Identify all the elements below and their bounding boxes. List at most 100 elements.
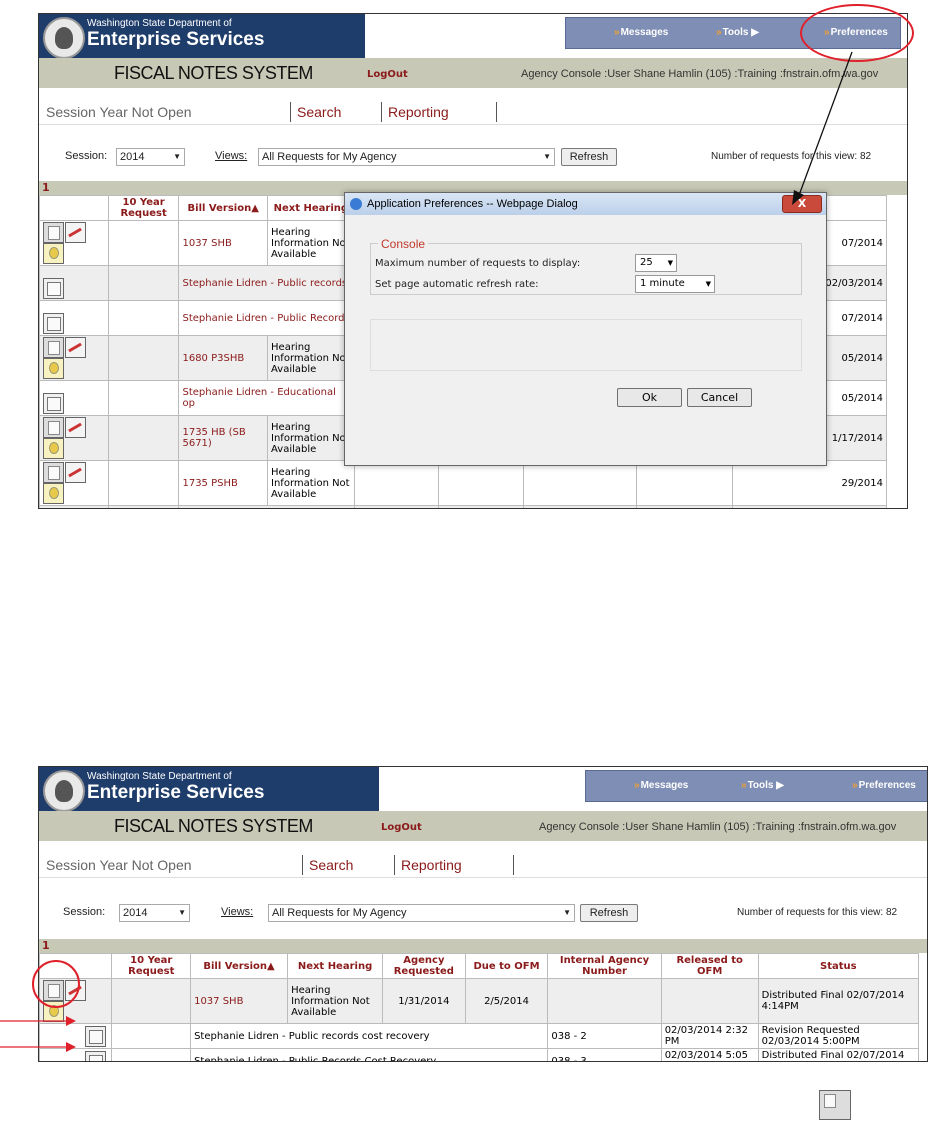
session-status: Session Year Not Open bbox=[46, 104, 192, 120]
col-status-b[interactable]: Status bbox=[757, 953, 920, 979]
bill-version-cell[interactable]: Stephanie Lidren - Educational op bbox=[178, 380, 355, 416]
nav-messages[interactable]: »Messages bbox=[614, 27, 668, 38]
bill-version-cell[interactable]: Stephanie Lidren - Public records bbox=[178, 265, 355, 301]
edit-note-icon[interactable] bbox=[85, 1025, 106, 1047]
menu-search-bottom[interactable]: Search bbox=[309, 857, 353, 873]
graph-icon[interactable] bbox=[65, 222, 86, 243]
document-icon-legend bbox=[819, 1090, 851, 1120]
document-icon[interactable] bbox=[43, 417, 64, 438]
menu-bar-bottom: Session Year Not Open Search Reporting bbox=[39, 855, 927, 878]
graph-icon[interactable] bbox=[65, 417, 86, 438]
page-number[interactable]: 1 bbox=[42, 181, 50, 194]
status-cell: Distributed Final 02/07/2014 4:14PM bbox=[757, 978, 920, 1024]
bill-version-cell[interactable]: 1037 SHB bbox=[190, 978, 289, 1024]
bill-version-cell[interactable]: 1037 SHB bbox=[178, 220, 269, 266]
col-next-hearing-b[interactable]: Next Hearing bbox=[287, 953, 383, 979]
table-row: Stephanie Lidren - Public Records Cost R… bbox=[39, 1048, 920, 1061]
screenshot-bottom: Washington State Department of Enterpris… bbox=[38, 766, 928, 1062]
menu-reporting-bottom[interactable]: Reporting bbox=[401, 857, 462, 873]
filter-bar-bottom: Session: 2014 Views: All Requests for My… bbox=[39, 904, 927, 926]
session-select[interactable]: 2014 bbox=[116, 148, 185, 166]
status-cell: Distributed Final 02/07/2014 4:14PM bbox=[757, 1048, 920, 1061]
col-10year-b[interactable]: 10 Year Request bbox=[111, 953, 192, 979]
col-internal-number-b[interactable]: Internal Agency Number bbox=[547, 953, 662, 979]
hearing-cell: Hearing Information Not Available bbox=[267, 220, 355, 266]
status-cell: Revision Requested 02/03/2014 5:00PM bbox=[757, 1023, 920, 1049]
page-bar-bottom: 1 bbox=[39, 939, 927, 953]
document-icon[interactable] bbox=[43, 462, 64, 483]
console-info-bottom: Agency Console :User Shane Hamlin (105) … bbox=[539, 821, 897, 833]
header-bottom: Washington State Department of Enterpris… bbox=[39, 767, 927, 812]
col-released-ofm-b[interactable]: Released to OFM bbox=[660, 953, 759, 979]
session-label-bottom: Session: bbox=[63, 906, 106, 918]
col-due-ofm-b[interactable]: Due to OFM bbox=[464, 953, 549, 979]
hearing-cell: Hearing Information Not Available bbox=[287, 978, 383, 1024]
bill-version-cell[interactable]: 1680 P3SHB bbox=[178, 335, 269, 381]
lightbulb-icon[interactable] bbox=[43, 483, 64, 504]
filter-bar: Session: 2014 Views: All Requests for My… bbox=[39, 148, 907, 170]
session-select-bottom[interactable]: 2014 bbox=[119, 904, 190, 922]
col-agency-requested-b[interactable]: Agency Requested bbox=[382, 953, 466, 979]
top-nav-bottom: »Messages »Tools ▶ »Preferences bbox=[585, 770, 927, 802]
refresh-rate-label: Set page automatic refresh rate: bbox=[375, 279, 539, 290]
refresh-rate-select[interactable]: 1 minute bbox=[635, 275, 715, 293]
ok-button[interactable]: Ok bbox=[617, 388, 682, 407]
bill-version-cell[interactable]: 1735 PSHB bbox=[178, 460, 269, 506]
document-icon[interactable] bbox=[43, 222, 64, 243]
bill-version-cell[interactable]: Stephanie Lidren - Public records cost r… bbox=[190, 1023, 549, 1049]
graph-icon[interactable] bbox=[65, 462, 86, 483]
graph-icon[interactable] bbox=[65, 337, 86, 358]
requests-table-bottom: 10 Year Request Bill Version▲ Next Heari… bbox=[39, 953, 920, 1061]
menu-search[interactable]: Search bbox=[297, 104, 341, 120]
pointer-arrow bbox=[792, 51, 853, 205]
nav-preferences-bottom[interactable]: »Preferences bbox=[852, 780, 916, 791]
col-next-hearing[interactable]: Next Hearing bbox=[267, 195, 355, 221]
cancel-button[interactable]: Cancel bbox=[687, 388, 752, 407]
header: Washington State Department of Enterpris… bbox=[39, 14, 907, 59]
page-number-bottom[interactable]: 1 bbox=[42, 939, 50, 952]
agency-requested-cell: 1/31/2014 bbox=[382, 978, 466, 1024]
menu-bar: Session Year Not Open Search Reporting bbox=[39, 102, 907, 125]
refresh-button[interactable]: Refresh bbox=[561, 148, 617, 166]
lightbulb-icon[interactable] bbox=[43, 358, 64, 379]
lightbulb-icon[interactable] bbox=[43, 243, 64, 264]
agency-title-bottom: Enterprise Services bbox=[87, 782, 265, 803]
nav-tools-bottom[interactable]: »Tools ▶ bbox=[741, 780, 784, 791]
nav-tools[interactable]: »Tools ▶ bbox=[716, 27, 759, 38]
internal-number-cell: 038 - 2 bbox=[547, 1023, 662, 1049]
edit-note-icon[interactable] bbox=[43, 278, 64, 299]
max-requests-select[interactable]: 25 bbox=[635, 254, 677, 272]
menu-reporting[interactable]: Reporting bbox=[388, 104, 449, 120]
system-band-bottom: FISCAL NOTES SYSTEM LogOut Agency Consol… bbox=[39, 811, 927, 841]
bill-version-cell[interactable]: Stephanie Lidren - Public Records bbox=[178, 300, 355, 336]
released-ofm-cell: 02/03/2014 5:05 PM bbox=[660, 1048, 759, 1061]
table-row: Stephanie Lidren - Student Transi 29/2014 bbox=[39, 505, 887, 508]
document-icon[interactable] bbox=[43, 337, 64, 358]
logout-link[interactable]: LogOut bbox=[367, 69, 408, 80]
col-bill-version-b[interactable]: Bill Version▲ bbox=[190, 953, 289, 979]
screenshot-top: Washington State Department of Enterpris… bbox=[38, 13, 908, 509]
edit-note-icon[interactable] bbox=[43, 393, 64, 414]
lightbulb-icon[interactable] bbox=[43, 438, 64, 459]
views-select[interactable]: All Requests for My Agency bbox=[258, 148, 555, 166]
agency-logo-block-bottom: Washington State Department of Enterpris… bbox=[39, 767, 379, 812]
nav-messages-bottom[interactable]: »Messages bbox=[634, 780, 688, 791]
bill-version-cell[interactable]: Stephanie Lidren - Public Records Cost R… bbox=[190, 1048, 549, 1061]
status-cell: 29/2014 bbox=[732, 505, 887, 508]
state-seal-icon bbox=[43, 17, 85, 59]
session-label: Session: bbox=[65, 150, 108, 162]
views-label-bottom: Views: bbox=[221, 906, 254, 918]
bill-version-cell[interactable]: 1735 HB (SB 5671) bbox=[178, 415, 269, 461]
dialog-empty-panel bbox=[370, 319, 802, 371]
agency-title: Enterprise Services bbox=[87, 29, 265, 50]
max-requests-label: Maximum number of requests to display: bbox=[375, 258, 581, 269]
views-select-bottom[interactable]: All Requests for My Agency bbox=[268, 904, 575, 922]
refresh-button-bottom[interactable]: Refresh bbox=[580, 904, 638, 922]
bill-version-cell[interactable]: Stephanie Lidren - Student Transi bbox=[178, 505, 355, 508]
hearing-cell: Hearing Information Not Available bbox=[267, 335, 355, 381]
col-10year[interactable]: 10 Year Request bbox=[107, 195, 180, 221]
logout-link-bottom[interactable]: LogOut bbox=[381, 822, 422, 833]
col-bill-version[interactable]: Bill Version▲ bbox=[178, 195, 269, 221]
edit-note-icon[interactable] bbox=[85, 1050, 106, 1061]
edit-note-icon[interactable] bbox=[43, 313, 64, 334]
